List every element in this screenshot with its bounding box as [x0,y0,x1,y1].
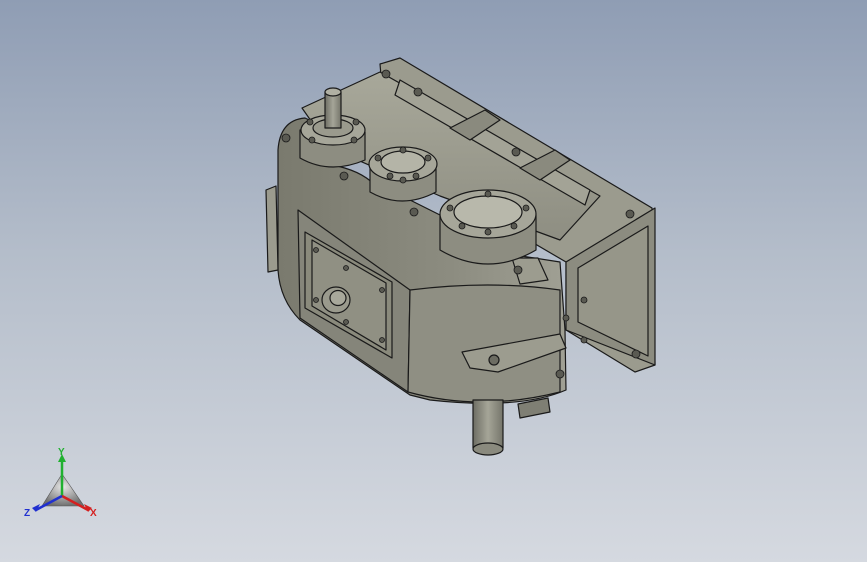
gearbox-model[interactable] [0,0,867,562]
input-shaft [324,91,342,129]
x-axis-label: X [90,508,97,519]
y-axis-label: Y [58,447,65,458]
coordinate-triad: Y X Z [24,447,97,519]
graphics-viewport[interactable]: Y X Z [0,0,867,562]
z-axis-label: Z [24,508,30,519]
